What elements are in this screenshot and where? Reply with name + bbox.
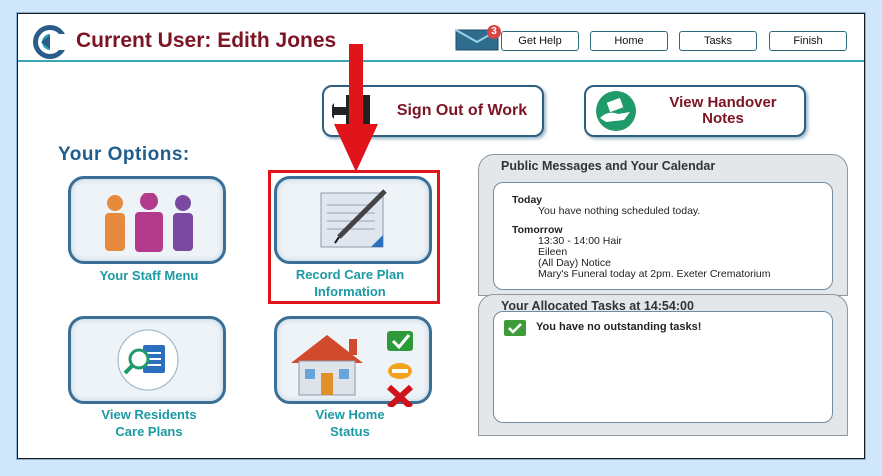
highlight-box — [268, 170, 440, 304]
home-status-label-line2: Status — [330, 424, 370, 439]
staff-menu-tile[interactable] — [68, 176, 226, 264]
messages-panel-title: Public Messages and Your Calendar — [501, 159, 716, 173]
options-heading: Your Options: — [58, 144, 190, 165]
today-text: You have nothing scheduled today. — [538, 205, 701, 217]
home-status-tile[interactable] — [274, 316, 432, 407]
finish-button[interactable]: Finish — [769, 31, 847, 51]
get-help-button[interactable]: Get Help — [501, 31, 579, 51]
residents-care-plans-label-line2: Care Plans — [115, 424, 183, 439]
app-logo-icon — [33, 25, 68, 59]
tasks-button[interactable]: Tasks — [679, 31, 757, 51]
header-divider — [18, 60, 864, 62]
tasks-status: You have no outstanding tasks! — [536, 321, 702, 333]
mail-count-badge: 3 — [487, 25, 501, 39]
page-title: Current User: Edith Jones — [76, 29, 337, 52]
residents-care-plans-label-line1: View Residents — [101, 407, 197, 422]
handover-label-line2: Notes — [702, 110, 744, 127]
red-arrow-icon — [334, 44, 378, 172]
home-button[interactable]: Home — [590, 31, 668, 51]
app-window: Current User: Edith Jones 3 Get Help Hom… — [17, 13, 865, 459]
home-status-icon — [291, 331, 414, 407]
search-document-icon — [117, 329, 179, 391]
residents-care-plans-tile[interactable] — [68, 316, 226, 404]
tasks-content: You have no outstanding tasks! — [493, 311, 833, 423]
green-check-icon — [504, 320, 526, 336]
home-status-label-line1: View Home — [315, 407, 385, 422]
handover-icon — [596, 91, 636, 131]
tasks-panel: Your Allocated Tasks at 14:54:00 You hav… — [478, 294, 848, 436]
messages-content: Today You have nothing scheduled today. … — [493, 182, 833, 290]
staff-people-icon — [105, 193, 193, 252]
messages-panel: Public Messages and Your Calendar Today … — [478, 154, 848, 296]
tomorrow-line-4: Mary's Funeral today at 2pm. Exeter Crem… — [538, 268, 771, 280]
staff-menu-label: Your Staff Menu — [99, 268, 199, 283]
handover-label-line1: View Handover — [669, 94, 777, 111]
sign-out-label: Sign Out of Work — [396, 102, 528, 119]
view-handover-notes-button[interactable]: View Handover Notes — [584, 85, 806, 137]
